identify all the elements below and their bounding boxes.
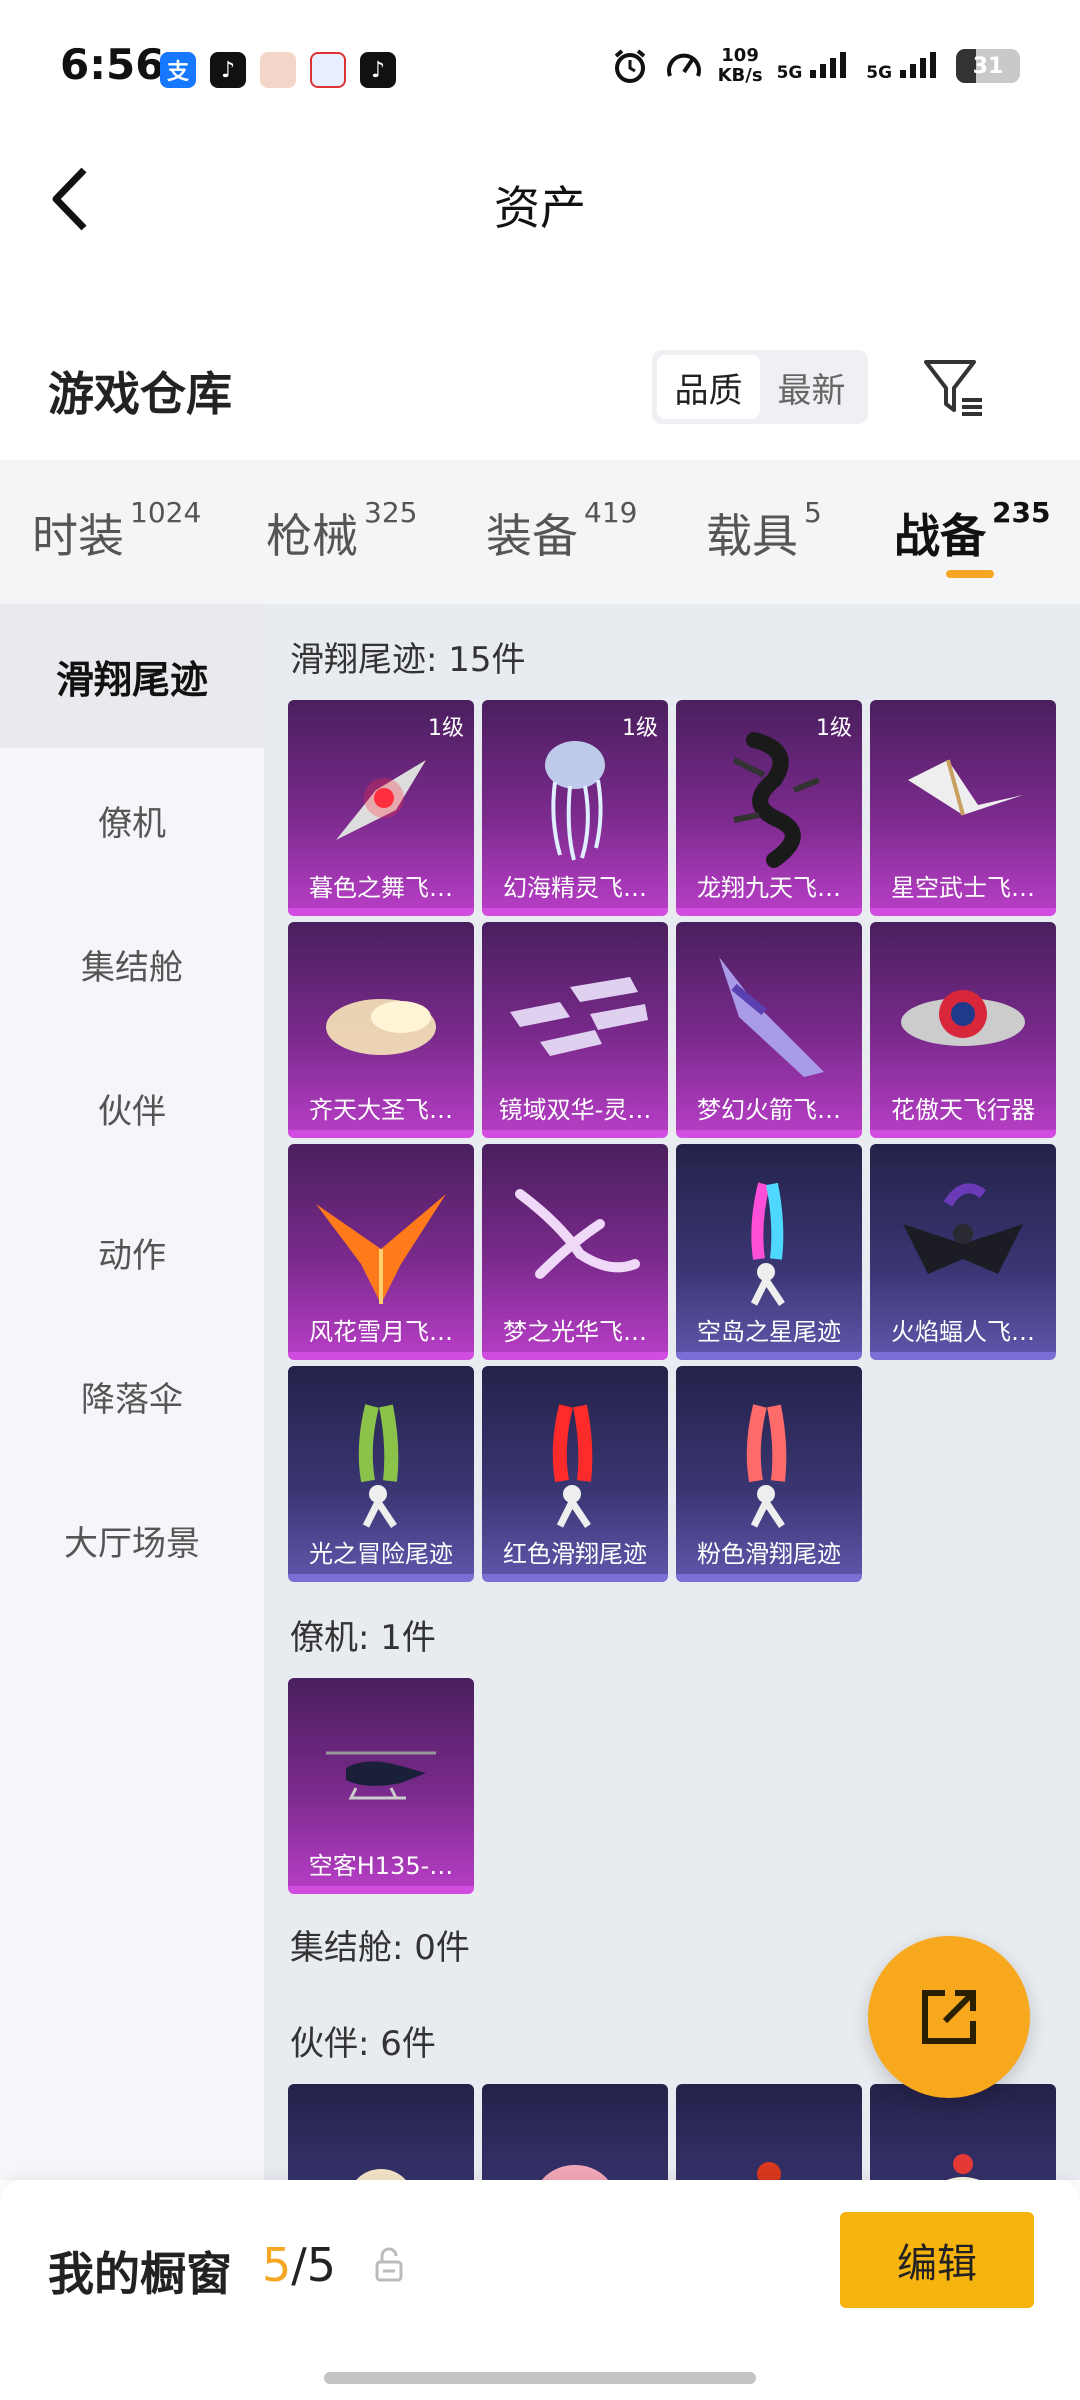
asset-card[interactable]: 1级 幻海精灵飞… [482,700,668,916]
trail-red-art [552,1404,593,1528]
asset-card[interactable]: 红色滑翔尾迹 [482,1366,668,1582]
system-indicators: 109 KB/s 5G 5G 31 [610,46,1020,86]
asset-card[interactable]: 1级 龙翔九天飞… [676,700,862,916]
status-bar: 6:56 支 ♪ ♪ 109 KB/s 5G 5G 31 [0,0,1080,120]
asset-card[interactable]: 花傲天飞行器 [870,922,1056,1138]
asset-card[interactable] [676,2084,862,2180]
network-speed: 109 KB/s [717,45,763,86]
asset-card[interactable]: 空岛之星尾迹 [676,1144,862,1360]
tab-equipment[interactable]: 装备 419 [486,496,637,566]
asset-card[interactable] [870,2084,1056,2180]
sort-toggle: 品质 最新 [652,350,868,424]
rocket-art [719,957,824,1077]
tab-combat-gear[interactable]: 战备 235 [894,496,1050,566]
asset-card[interactable] [288,2084,474,2180]
asset-card[interactable]: 齐天大圣飞… [288,922,474,1138]
section-title-assembly-pod: 集结舱: 0件 [290,1928,470,1968]
showcase-label: 我的橱窗 [48,2247,232,2301]
dragon-art [732,732,821,868]
tiktok-icon: ♪ [210,52,246,88]
active-tab-indicator [946,570,994,578]
category-tabs: 时装 1024 枪械 325 装备 419 载具 5 战备 235 [0,460,1080,604]
trail-green-art [358,1404,399,1528]
tiktok-icon: ♪ [360,52,396,88]
battery-indicator: 31 [956,49,1020,83]
asset-card[interactable]: 梦之光华飞… [482,1144,668,1360]
wing-red-art [336,760,426,840]
section-title-glide-trail: 滑翔尾迹: 15件 [290,640,526,680]
tab-vehicles[interactable]: 载具 5 [706,496,822,566]
app-screen: 6:56 支 ♪ ♪ 109 KB/s 5G 5G 31 资产 游戏仓库 品质 … [0,0,1080,2400]
share-button[interactable] [868,1936,1030,2098]
top-nav-bar: 资产 [0,120,1080,280]
alipay-icon: 支 [160,52,196,88]
asset-card[interactable] [482,2084,668,2180]
mail-app-icon [310,52,346,88]
signal-bars-icon [900,51,936,78]
crystals-art [510,977,648,1056]
edit-button[interactable]: 编辑 [840,2212,1034,2308]
petals-art [515,1189,640,1279]
jellyfish-art [545,741,605,861]
asset-card[interactable]: 粉色滑翔尾迹 [676,1366,862,1582]
page-title: 资产 [494,181,586,235]
partner-2-art [541,2165,609,2180]
asset-card[interactable]: 火焰蝠人飞… [870,1144,1056,1360]
clock: 6:56 [60,40,165,89]
asset-card[interactable]: 1级 暮色之舞飞… [288,700,474,916]
batman-art [903,1183,1023,1274]
lock-icon [375,2247,403,2282]
phoenix-art [316,1194,446,1304]
helicopter-art [326,1751,436,1800]
asset-card[interactable]: 镜域双华-灵… [482,922,668,1138]
sidebar-item-partner[interactable]: 伙伴 [0,1036,264,1180]
asset-card[interactable]: 星空武士飞… [870,700,1056,916]
warehouse-title: 游戏仓库 [48,367,232,421]
sidebar-item-lobby-scene[interactable]: 大厅场景 [0,1468,264,1612]
asset-card[interactable]: 空客H135-… [288,1678,474,1894]
partner-4-art [946,2154,980,2180]
asset-card[interactable]: 梦幻火箭飞… [676,922,862,1138]
section-title-wingman: 僚机: 1件 [290,1618,436,1658]
tab-firearms[interactable]: 枪械 325 [266,496,417,566]
sidebar-item-emote[interactable]: 动作 [0,1180,264,1324]
cloud-art [326,999,436,1055]
sidebar-item-glide-trail[interactable]: 滑翔尾迹 [0,604,264,748]
signal-bars-icon [810,51,847,78]
asset-card[interactable]: 光之冒险尾迹 [288,1366,474,1582]
home-indicator[interactable] [324,2372,756,2384]
avatar-app-icon [260,52,296,88]
showcase-count: 5/5 [262,2238,337,2292]
share-external-icon [922,1990,976,2044]
tab-fashion[interactable]: 时装 1024 [32,496,201,566]
subcategory-sidebar: 滑翔尾迹 僚机 集结舱 伙伴 动作 降落伞 大厅场景 [0,604,264,2180]
glider-white-art [908,759,1023,816]
showcase-bar: 我的橱窗 5/5 编辑 [0,2180,1080,2400]
signal-1: 5G [777,50,853,83]
asset-card[interactable]: 风花雪月飞… [288,1144,474,1360]
trail-rainbow-art [750,1182,785,1306]
notification-icons: 支 ♪ ♪ [160,52,396,88]
trail-pink-art [746,1404,787,1528]
speedometer-icon [666,53,701,77]
sidebar-item-wingman[interactable]: 僚机 [0,748,264,892]
sort-quality-option[interactable]: 品质 [657,355,760,419]
partner-3-art [757,2162,781,2180]
partner-1-art [356,2169,406,2180]
signal-2: 5G [866,50,942,83]
sort-newest-option[interactable]: 最新 [760,355,863,419]
section-title-partner: 伙伴: 6件 [290,2024,436,2064]
sidebar-item-parachute[interactable]: 降落伞 [0,1324,264,1468]
filter-icon[interactable] [922,356,986,420]
alarm-icon [614,49,645,83]
sidebar-item-assembly-pod[interactable]: 集结舱 [0,892,264,1036]
saucer-art [901,990,1025,1046]
